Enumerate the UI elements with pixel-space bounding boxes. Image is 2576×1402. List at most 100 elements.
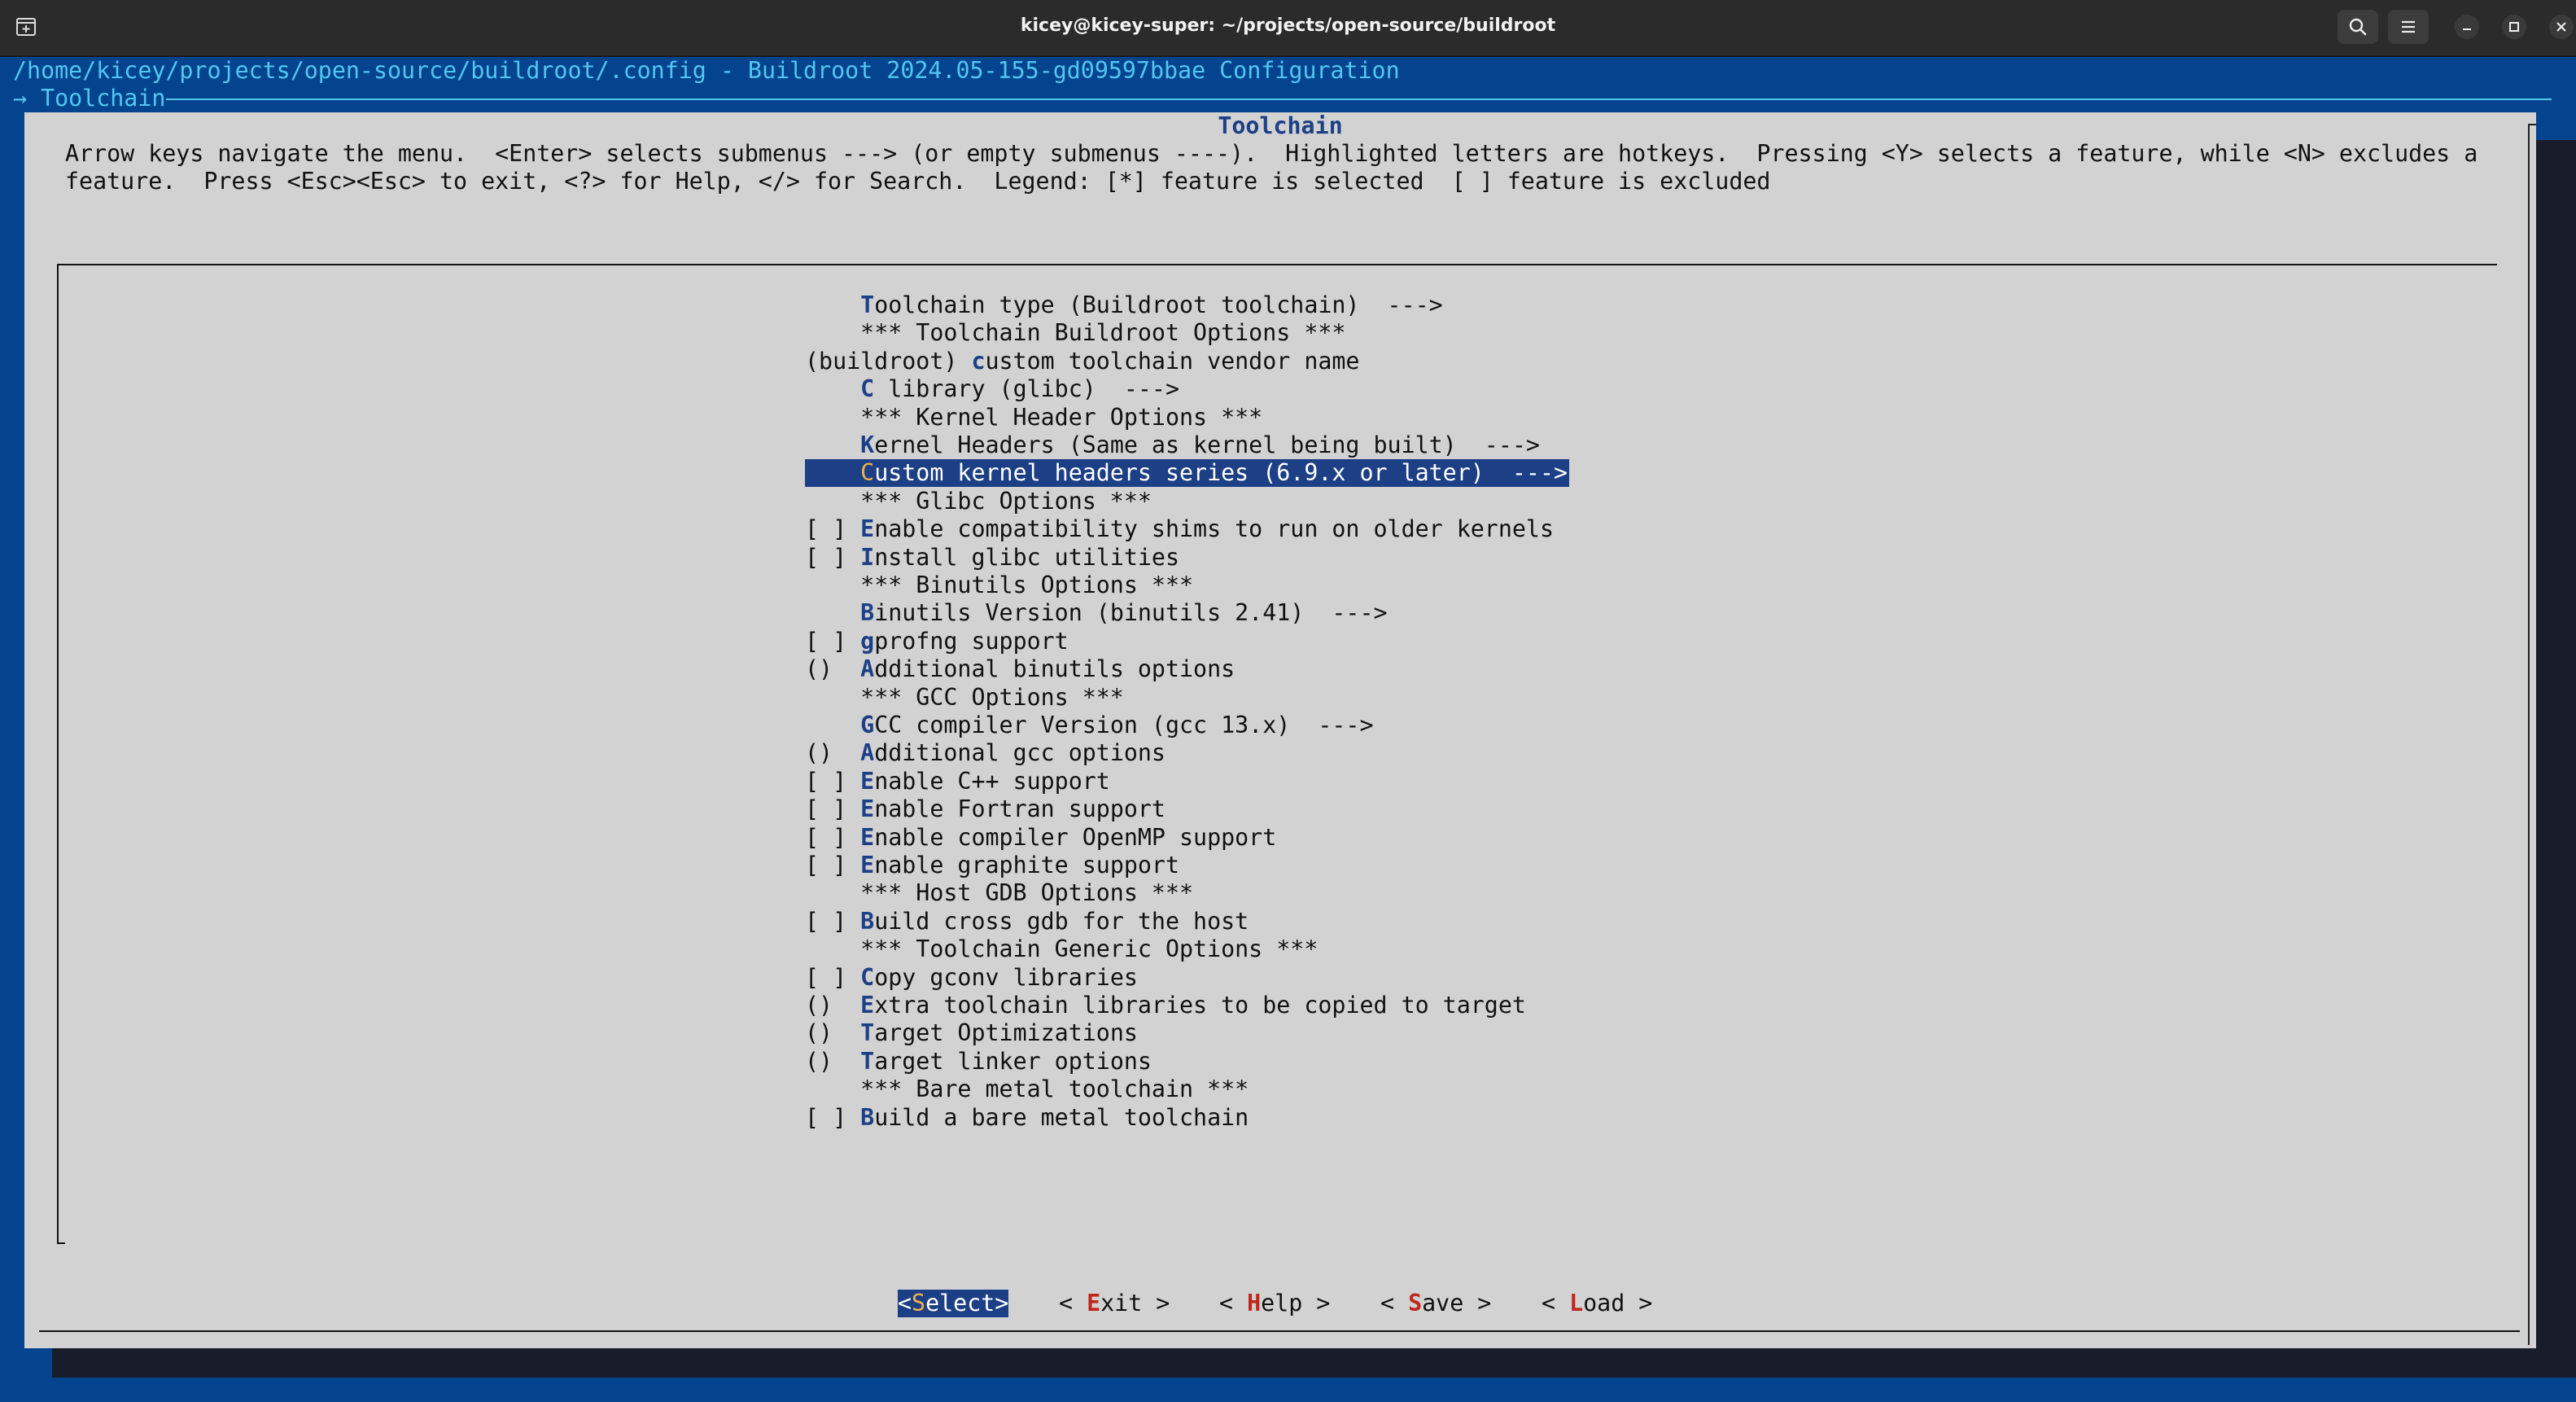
search-icon[interactable] xyxy=(2338,10,2378,44)
menu-item-label: nable Fortran support xyxy=(874,795,1166,822)
menu-item-string-value[interactable]: () xyxy=(805,1048,860,1075)
menu-item-prefix xyxy=(805,459,860,486)
menu-item-binutils-version[interactable]: Binutils Version (binutils 2.41) ---> xyxy=(805,599,1388,627)
menu-item-hotkey: B xyxy=(860,599,874,626)
menu-item-kernel-headers[interactable]: Kernel Headers (Same as kernel being bui… xyxy=(805,432,1540,459)
menu-item-hotkey: K xyxy=(860,432,874,458)
menu-item-extra-libraries[interactable]: () Extra toolchain libraries to be copie… xyxy=(805,992,1526,1019)
menu-item-target-linker-options[interactable]: () Target linker options xyxy=(805,1048,1152,1076)
menu-item-checkbox[interactable]: [ ] xyxy=(805,768,860,795)
menu-item-openmp-support[interactable]: [ ] Enable compiler OpenMP support xyxy=(805,824,1276,852)
menu-item-checkbox[interactable]: [ ] xyxy=(805,852,860,878)
menu-item-label: dditional gcc options xyxy=(874,739,1166,766)
menu-item-graphite-support[interactable]: [ ] Enable graphite support xyxy=(805,852,1179,879)
menu-item-label: profng support xyxy=(874,628,1069,655)
menu-item-hotkey: T xyxy=(860,291,874,318)
menu-item-string-value[interactable]: () xyxy=(805,739,860,766)
menu-item-hotkey: T xyxy=(860,1048,874,1075)
menu-item-hotkey: B xyxy=(860,908,874,935)
button-label: elect> xyxy=(925,1290,1008,1317)
menu-item-checkbox[interactable]: [ ] xyxy=(805,795,860,822)
menu-comment-glibc-options: *** Glibc Options *** xyxy=(805,488,1152,515)
hamburger-menu-icon[interactable] xyxy=(2388,10,2429,44)
select-button[interactable]: <Select> xyxy=(898,1290,1008,1317)
menu-item-vendor-name[interactable]: (buildroot) custom toolchain vendor name xyxy=(805,348,1359,375)
menu-item-string-value[interactable]: () xyxy=(805,1019,860,1046)
menu-item-checkbox[interactable]: [ ] xyxy=(805,824,860,851)
menu-item-bare-metal-toolchain[interactable]: [ ] Build a bare metal toolchain xyxy=(805,1104,1249,1132)
menu-item-label: *** Bare metal toolchain *** xyxy=(860,1076,1249,1102)
load-button[interactable]: < Load > xyxy=(1542,1290,1652,1317)
menu-item-label: nstall glibc utilities xyxy=(874,544,1179,571)
menu-item-label: *** Kernel Header Options *** xyxy=(860,404,1262,431)
menu-item-label: xtra toolchain libraries to be copied to… xyxy=(874,992,1526,1019)
menu-item-gconv-libraries[interactable]: [ ] Copy gconv libraries xyxy=(805,964,1138,992)
menu-item-custom-kernel-headers-series[interactable]: Custom kernel headers series (6.9.x or l… xyxy=(805,459,1569,487)
menu-item-c-library[interactable]: C library (glibc) ---> xyxy=(805,375,1179,403)
dialog-shadow xyxy=(2536,140,2576,1348)
menu-item-hotkey: G xyxy=(860,712,874,738)
close-icon[interactable] xyxy=(2549,15,2574,39)
menu-item-label: ustom kernel headers series (6.9.x or la… xyxy=(874,459,1568,486)
menu-item-checkbox[interactable]: [ ] xyxy=(805,1104,860,1131)
menu-item-hotkey: E xyxy=(860,992,874,1019)
window-titlebar: kicey@kicey-super: ~/projects/open-sourc… xyxy=(0,0,2576,57)
menu-item-prefix xyxy=(805,488,860,515)
maximize-icon[interactable] xyxy=(2502,15,2526,39)
menu-item-label: *** Toolchain Buildroot Options *** xyxy=(860,319,1345,346)
menu-item-checkbox[interactable]: [ ] xyxy=(805,544,860,571)
menu-item-label: opy gconv libraries xyxy=(874,964,1138,991)
menu-item-hotkey: E xyxy=(860,515,874,542)
menu-item-prefix: (buildroot) xyxy=(805,348,971,375)
menu-item-compat-shims[interactable]: [ ] Enable compatibility shims to run on… xyxy=(805,515,1554,543)
menu-comment-kernel-header-options: *** Kernel Header Options *** xyxy=(805,404,1262,432)
menu-item-label: *** GCC Options *** xyxy=(860,684,1124,711)
menu-item-label: arget Optimizations xyxy=(874,1019,1138,1046)
menu-item-checkbox[interactable]: [ ] xyxy=(805,908,860,935)
menu-item-label: nable compatibility shims to run on olde… xyxy=(874,515,1554,542)
menu-item-label: uild cross gdb for the host xyxy=(874,908,1249,935)
menu-item-gcc-version[interactable]: GCC compiler Version (gcc 13.x) ---> xyxy=(805,712,1374,739)
button-hotkey: S xyxy=(1408,1290,1422,1317)
menu-item-hotkey: A xyxy=(860,655,874,682)
exit-button[interactable]: < Exit > xyxy=(1059,1290,1170,1317)
menu-item-glibc-utilities[interactable]: [ ] Install glibc utilities xyxy=(805,544,1179,572)
menu-item-checkbox[interactable]: [ ] xyxy=(805,628,860,655)
menu-item-gcc-options[interactable]: () Additional gcc options xyxy=(805,739,1166,767)
button-label: xit > xyxy=(1100,1290,1170,1317)
menu-item-label: *** Toolchain Generic Options *** xyxy=(860,935,1318,962)
menu-item-fortran-support[interactable]: [ ] Enable Fortran support xyxy=(805,795,1166,823)
menu-item-prefix xyxy=(805,291,860,318)
menu-box-border xyxy=(57,1242,65,1244)
config-path: /home/kicey/projects/open-source/buildro… xyxy=(13,57,1400,85)
button-hotkey: E xyxy=(1087,1290,1100,1317)
menu-item-hotkey: T xyxy=(860,1019,874,1046)
menu-item-hotkey: E xyxy=(860,824,874,851)
dialog-border xyxy=(2528,125,2530,1345)
button-label: ave > xyxy=(1422,1290,1491,1317)
menu-item-label: nable compiler OpenMP support xyxy=(874,824,1276,851)
menu-item-cross-gdb[interactable]: [ ] Build cross gdb for the host xyxy=(805,908,1249,935)
menu-item-toolchain-type[interactable]: Toolchain type (Buildroot toolchain) ---… xyxy=(805,291,1443,319)
save-button[interactable]: < Save > xyxy=(1380,1290,1491,1317)
menu-item-hotkey: E xyxy=(860,768,874,795)
dialog-shadow xyxy=(52,1348,2576,1378)
menu-item-hotkey: E xyxy=(860,795,874,822)
menu-item-label: arget linker options xyxy=(874,1048,1152,1075)
menu-item-cpp-support[interactable]: [ ] Enable C++ support xyxy=(805,768,1110,795)
button-label: elp > xyxy=(1261,1290,1330,1317)
menu-item-label: ustom toolchain vendor name xyxy=(985,348,1359,375)
menu-item-checkbox[interactable]: [ ] xyxy=(805,964,860,991)
help-button[interactable]: < Help > xyxy=(1219,1290,1330,1317)
button-bracket: < xyxy=(1059,1290,1087,1317)
menu-item-binutils-options[interactable]: () Additional binutils options xyxy=(805,655,1235,683)
window-title: kicey@kicey-super: ~/projects/open-sourc… xyxy=(0,0,2576,55)
menu-item-prefix xyxy=(805,404,860,431)
menu-item-checkbox[interactable]: [ ] xyxy=(805,515,860,542)
minimize-icon[interactable] xyxy=(2455,15,2479,39)
menu-item-string-value[interactable]: () xyxy=(805,992,860,1019)
menu-item-prefix xyxy=(805,1076,860,1102)
menu-item-string-value[interactable]: () xyxy=(805,655,860,682)
menu-item-gprofng-support[interactable]: [ ] gprofng support xyxy=(805,628,1069,655)
menu-item-target-optimizations[interactable]: () Target Optimizations xyxy=(805,1019,1138,1047)
